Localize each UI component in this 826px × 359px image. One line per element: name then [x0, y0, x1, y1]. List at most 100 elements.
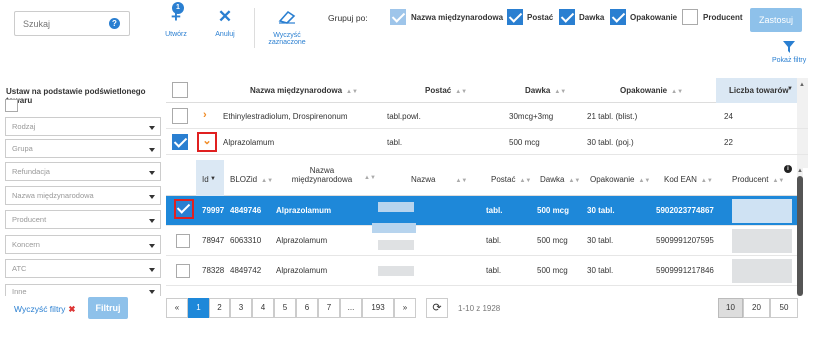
col-label: Producent	[732, 175, 769, 184]
page-button-3[interactable]: 3	[230, 298, 252, 318]
page-size-10[interactable]: 10	[718, 298, 743, 318]
col-pack-header[interactable]: Opakowanie ▲▼	[620, 86, 683, 95]
row-checkbox[interactable]	[176, 234, 190, 248]
cell-form: tabl.powl.	[387, 112, 421, 121]
cancel-button[interactable]: ✕ Anuluj	[210, 7, 240, 39]
cell-dose: 500 mcg	[537, 266, 568, 275]
cancel-label: Anuluj	[215, 31, 235, 38]
detail-row[interactable]: 78947 6063310 Alprazolamum tabl. 500 mcg…	[166, 226, 797, 256]
search-box[interactable]: ?	[14, 11, 130, 36]
col-id-header[interactable]: Id ▼	[196, 160, 224, 196]
sort-icon: ▲▼	[519, 178, 532, 184]
page-button-1[interactable]: 1	[188, 298, 209, 318]
col-label: Postać	[425, 86, 452, 95]
filter-select-intl-name[interactable]: Nazwa międzynarodowa	[5, 186, 161, 205]
page-prev-button[interactable]: «	[166, 298, 188, 318]
group-by-form-checkbox[interactable]	[507, 9, 523, 25]
cell-intl-name: Alprazolamum	[276, 266, 328, 275]
group-by-dose-checkbox[interactable]	[559, 9, 575, 25]
col-form-header[interactable]: Postać ▲▼	[491, 175, 531, 184]
detail-row-selected[interactable]: 79997 4849746 Alprazolamum tabl. 500 mcg…	[166, 196, 797, 233]
help-icon[interactable]: ?	[109, 18, 120, 29]
sort-icon: ▲▼	[568, 178, 581, 184]
cell-intl-name: Ethinylestradiolum, Drospirenonum	[223, 112, 348, 121]
group-row[interactable]: › Ethinylestradiolum, Drospirenonum tabl…	[166, 103, 808, 129]
clear-filters-button[interactable]: Wyczyść filtry ✖	[14, 304, 76, 315]
col-pack-header[interactable]: Opakowanie ▲▼	[590, 175, 650, 184]
filter-select-label: Rodzaj	[12, 122, 36, 131]
refresh-icon[interactable]: ⟳	[426, 298, 448, 318]
filter-icon[interactable]	[783, 41, 795, 55]
row-checkbox[interactable]	[174, 199, 194, 219]
cell-dose: 500 mcg	[509, 138, 540, 147]
page-size-20[interactable]: 20	[743, 298, 770, 318]
caret-down-icon	[149, 290, 155, 294]
group-by-intl-name-checkbox[interactable]	[390, 9, 406, 25]
col-ean-header[interactable]: Kod EAN ▲▼	[664, 175, 713, 184]
select-all-checkbox[interactable]	[172, 82, 188, 98]
row-checkbox[interactable]	[172, 108, 188, 124]
cell-pack: 30 tabl.	[587, 236, 614, 245]
col-producer-header[interactable]: Producent ▲▼	[732, 175, 784, 184]
create-button[interactable]: +1 Utwórz	[160, 2, 192, 38]
scroll-up-icon[interactable]: ▲	[797, 168, 803, 174]
cell-form: tabl.	[486, 266, 502, 275]
left-panel-checkbox[interactable]	[5, 99, 18, 112]
col-label: Opakowanie	[590, 175, 635, 184]
search-input[interactable]	[15, 12, 105, 35]
close-icon: ✕	[217, 7, 233, 26]
group-by-producer-checkbox[interactable]	[682, 9, 698, 25]
filter-select-label: Grupa	[12, 144, 33, 153]
page-range-text: 1-10 z 1928	[458, 304, 501, 313]
cell-dose: 30mcg+3mg	[509, 112, 554, 121]
sort-icon: ▲▼	[638, 178, 651, 184]
col-count-header[interactable]: Liczba towarów ▼	[716, 78, 797, 103]
filter-select-inne[interactable]: Inne	[5, 284, 161, 296]
sort-icon: ▲▼	[455, 89, 468, 95]
page-button-4[interactable]: 4	[252, 298, 274, 318]
caret-down-icon	[149, 244, 155, 248]
page-button-last[interactable]: 193	[362, 298, 394, 318]
col-label-1: Nazwa	[309, 166, 335, 175]
clear-selected-button[interactable]: Wyczyść zaznaczone	[264, 10, 310, 46]
col-intl-name-header[interactable]: Nazwa międzynarodowa ▲▼	[250, 86, 358, 95]
group-row-expanded[interactable]: ⌄ Alprazolamum tabl. 500 mcg 30 tabl. (p…	[166, 129, 808, 155]
col-dose-header[interactable]: Dawka ▲▼	[540, 175, 580, 184]
show-filters-link[interactable]: Pokaż filtry	[772, 57, 806, 64]
filter-select-label: Refundacja	[12, 167, 50, 176]
page-button-5[interactable]: 5	[274, 298, 296, 318]
row-checkbox[interactable]	[172, 134, 188, 150]
filter-select-concern[interactable]: Koncern	[5, 235, 161, 254]
detail-row[interactable]: 78328 4849742 Alprazolamum tabl. 500 mcg…	[166, 256, 797, 286]
filter-select-refundacja[interactable]: Refundacja	[5, 162, 161, 181]
sort-icon[interactable]: ▲▼	[364, 175, 376, 181]
col-form-header[interactable]: Postać ▲▼	[425, 86, 467, 95]
col-bloz-header[interactable]: BLOZid ▲▼	[230, 175, 273, 184]
page-button-7[interactable]: 7	[318, 298, 340, 318]
group-by-pack-checkbox[interactable]	[610, 9, 626, 25]
page-next-button[interactable]: »	[394, 298, 416, 318]
filter-select-atc[interactable]: ATC	[5, 259, 161, 278]
scroll-up-icon[interactable]: ▲	[799, 82, 805, 88]
page-size-50[interactable]: 50	[770, 298, 798, 318]
blurred-producer	[732, 199, 792, 223]
filter-select-label: ATC	[12, 264, 27, 273]
filter-button[interactable]: Filtruj	[88, 297, 128, 319]
col-dose-header[interactable]: Dawka ▲▼	[525, 86, 566, 95]
row-checkbox[interactable]	[176, 264, 190, 278]
filter-select-label: Nazwa międzynarodowa	[12, 191, 94, 200]
collapse-chevron-icon[interactable]: ⌄	[197, 132, 217, 152]
detail-scrollbar-thumb[interactable]	[797, 176, 803, 296]
expand-chevron-icon[interactable]: ›	[203, 109, 207, 121]
page-button-6[interactable]: 6	[296, 298, 318, 318]
caret-down-icon	[149, 195, 155, 199]
filter-select-grupa[interactable]: Grupa	[5, 139, 161, 158]
filter-select-rodzaj[interactable]: Rodzaj	[5, 117, 161, 136]
page-button-2[interactable]: 2	[209, 298, 230, 318]
filter-select-producer[interactable]: Producent	[5, 210, 161, 229]
col-intl-header[interactable]: Nazwa międzynarodowa	[286, 166, 358, 184]
info-icon[interactable]: i	[784, 165, 792, 173]
col-name-header[interactable]: Nazwa ▲▼	[411, 175, 467, 184]
apply-button[interactable]: Zastosuj	[750, 8, 802, 32]
cell-id: 78328	[202, 266, 225, 275]
